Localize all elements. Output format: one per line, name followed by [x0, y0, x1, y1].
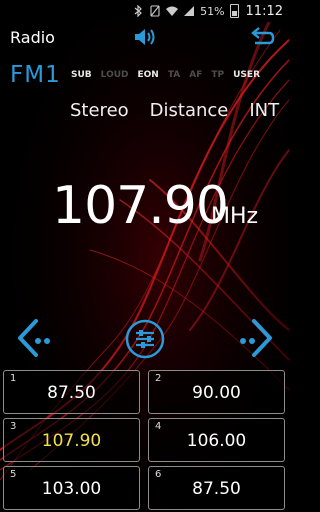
preset-frequency: 87.50 — [192, 479, 241, 499]
frequency-unit: MHz — [211, 204, 259, 229]
flag-indicators: SUB LOUD EON TA AF TP USER — [71, 70, 269, 80]
clock-time: 11:12 — [245, 3, 283, 19]
mode-int[interactable]: INT — [249, 100, 279, 121]
flag-tp[interactable]: TP — [211, 70, 224, 80]
mode-row: Stereo Distance INT — [70, 100, 300, 121]
seek-prev-icon[interactable] — [16, 317, 58, 359]
preset-3[interactable]: 3 107.90 — [3, 418, 140, 462]
seek-next-icon[interactable] — [232, 317, 274, 359]
preset-5[interactable]: 5 103.00 — [3, 466, 140, 510]
preset-1[interactable]: 1 87.50 — [3, 370, 140, 414]
flag-user[interactable]: USER — [233, 70, 260, 80]
flag-eon[interactable]: EON — [138, 70, 159, 80]
flag-af[interactable]: AF — [189, 70, 202, 80]
return-arrow-icon[interactable] — [249, 27, 275, 49]
preset-6[interactable]: 6 87.50 — [148, 466, 285, 510]
frequency-display: 107.90 — [52, 176, 229, 236]
wifi-icon — [166, 6, 179, 16]
preset-frequency: 106.00 — [186, 431, 247, 451]
mute-icon — [150, 5, 160, 17]
band-label[interactable]: FM1 — [10, 62, 61, 88]
battery-percent: 51% — [200, 4, 225, 18]
mode-distance[interactable]: Distance — [150, 100, 229, 121]
signal-icon — [184, 6, 195, 16]
equalizer-icon[interactable] — [124, 318, 166, 360]
bluetooth-icon — [134, 5, 142, 17]
mode-stereo[interactable]: Stereo — [70, 100, 129, 121]
preset-frequency: 87.50 — [47, 383, 96, 403]
status-bar: 51% 11:12 — [0, 0, 289, 22]
preset-frequency: 103.00 — [41, 479, 102, 499]
speaker-icon[interactable] — [133, 26, 157, 48]
app-title: Radio — [10, 28, 55, 47]
flag-ta[interactable]: TA — [168, 70, 180, 80]
flag-sub[interactable]: SUB — [71, 70, 92, 80]
preset-frequency: 107.90 — [41, 431, 102, 451]
preset-4[interactable]: 4 106.00 — [148, 418, 285, 462]
preset-2[interactable]: 2 90.00 — [148, 370, 285, 414]
battery-icon — [229, 4, 239, 18]
flag-loud[interactable]: LOUD — [101, 70, 129, 80]
preset-frequency: 90.00 — [192, 383, 241, 403]
